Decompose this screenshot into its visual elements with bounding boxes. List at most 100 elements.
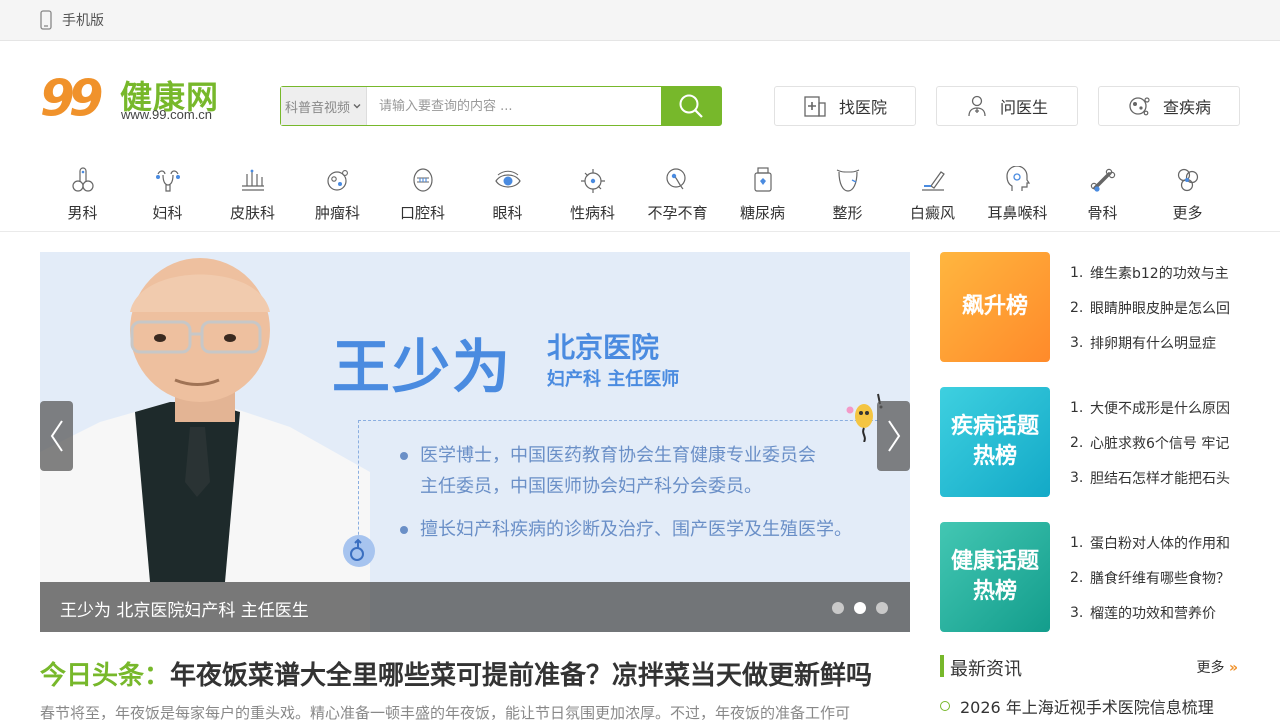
news-list-item[interactable]: 2026 年上海近视手术医院信息梳理 xyxy=(940,694,1240,718)
more-cluster-icon xyxy=(1177,168,1198,192)
category-label: 男科 xyxy=(67,204,98,222)
latest-news-header: 最新资讯 更多 » xyxy=(940,655,1240,680)
circle-bullet-icon xyxy=(940,701,950,711)
category-label: 糖尿病 xyxy=(739,204,785,222)
mobile-version-label: 手机版 xyxy=(62,13,104,29)
carousel-dot[interactable] xyxy=(876,602,888,614)
category-dermatology[interactable]: 皮肤科 xyxy=(210,166,295,226)
rank-disease-topic-box[interactable]: 疾病话题 热榜 xyxy=(940,387,1050,497)
std-virus-icon xyxy=(580,169,605,193)
find-hospital-button[interactable]: 找医院 xyxy=(774,86,916,126)
bone-icon xyxy=(1090,168,1115,192)
rank-rising-box[interactable]: 飙升榜 xyxy=(940,252,1050,362)
rank-rising-label: 飙升榜 xyxy=(961,294,1028,319)
category-label: 眼科 xyxy=(492,204,523,222)
today-headline[interactable]: 今日头条：年夜饭菜谱大全里哪些菜可提前准备？凉拌菜当天做更新鲜吗 xyxy=(40,655,910,692)
category-label: 整形 xyxy=(832,204,863,222)
banner-doctor-name: 王少为 xyxy=(332,333,513,401)
category-orthopedics[interactable]: 骨科 xyxy=(1060,166,1145,226)
category-vitiligo[interactable]: 白癜风 xyxy=(890,166,975,226)
list-item[interactable]: 2. 眼睛肿眼皮肿是怎么回 xyxy=(1070,290,1240,325)
category-label: 更多 xyxy=(1172,204,1203,222)
banner-carousel[interactable]: 王少为 北京医院 妇产科 主任医师 医学博士，中国医药教育协会生育健康专业委员会… xyxy=(40,252,910,632)
category-more[interactable]: 更多 xyxy=(1145,166,1230,226)
category-plastic-surgery[interactable]: 整形 xyxy=(805,166,890,226)
head-ent-icon xyxy=(1005,166,1030,191)
category-label: 妇科 xyxy=(152,204,183,222)
banner-prev-button[interactable] xyxy=(40,401,73,471)
rank-health-label-2: 热榜 xyxy=(972,579,1017,604)
carousel-dot[interactable] xyxy=(832,602,844,614)
category-label: 肿瘤科 xyxy=(314,204,360,222)
category-infertility[interactable]: 不孕不育 xyxy=(635,166,720,226)
category-std[interactable]: 性病科 xyxy=(550,166,635,226)
mouth-icon xyxy=(412,168,433,192)
virus-icon xyxy=(1129,97,1150,116)
search-input[interactable] xyxy=(367,87,661,125)
list-item[interactable]: 3. 榴莲的功效和营养价 xyxy=(1070,595,1240,630)
skin-pen-icon xyxy=(921,171,945,191)
category-gynecology[interactable]: 妇科 xyxy=(125,166,210,226)
chevron-right-icon xyxy=(887,420,900,452)
list-item[interactable]: 2. 膳食纤维有哪些食物？ xyxy=(1070,560,1240,595)
rank-health-list: 1. 蛋白粉对人体的作用和 2. 膳食纤维有哪些食物？ 3. 榴莲的功效和营养价 xyxy=(1070,525,1240,630)
category-label: 皮肤科 xyxy=(229,204,275,222)
banner-next-button[interactable] xyxy=(877,401,910,471)
list-item[interactable]: 1. 蛋白粉对人体的作用和 xyxy=(1070,525,1240,560)
rank-health-topic-box[interactable]: 健康话题 热榜 xyxy=(940,522,1050,632)
category-stomatology[interactable]: 口腔科 xyxy=(380,166,465,226)
eye-icon xyxy=(494,170,521,188)
category-ophthalmology[interactable]: 眼科 xyxy=(465,166,550,226)
list-item[interactable]: 2. 心脏求救6个信号 牢记 xyxy=(1070,425,1240,460)
mobile-phone-icon xyxy=(40,10,52,30)
logo-url: www.99.com.cn xyxy=(121,107,213,122)
category-label: 骨科 xyxy=(1087,204,1118,222)
ask-doctor-label: 问医生 xyxy=(999,98,1048,117)
banner-bullet-2: 擅长妇产科疾病的诊断及治疗、围产医学及生殖医学。 xyxy=(400,514,852,545)
male-symbol-badge-icon xyxy=(343,535,375,567)
double-chevron-right-icon: » xyxy=(1228,660,1238,676)
face-contour-icon xyxy=(836,169,859,192)
check-disease-label: 查疾病 xyxy=(1162,98,1211,117)
list-item[interactable]: 3. 排卵期有什么明显症 xyxy=(1070,325,1240,360)
banner-bullet-1: 医学博士，中国医药教育协会生育健康专业委员会 主任委员，中国医师协会妇产科分会委… xyxy=(400,440,816,502)
search-bar: 科普音视频 xyxy=(280,86,722,126)
male-organ-icon xyxy=(71,167,94,192)
rank-health-label-1: 健康话题 xyxy=(950,549,1039,574)
list-item[interactable]: 1. 维生素b12的功效与主 xyxy=(1070,255,1240,290)
category-oncology[interactable]: 肿瘤科 xyxy=(295,166,380,226)
headline-title: 年夜饭菜谱大全里哪些菜可提前准备？凉拌菜当天做更新鲜吗 xyxy=(170,661,873,691)
check-disease-button[interactable]: 查疾病 xyxy=(1098,86,1240,126)
chevron-left-icon xyxy=(50,420,63,452)
carousel-dot[interactable] xyxy=(854,602,866,614)
latest-news-title: 最新资讯 xyxy=(950,659,1022,680)
category-label: 不孕不育 xyxy=(647,204,708,222)
list-item[interactable]: 3. 胆结石怎样才能把石头 xyxy=(1070,460,1240,495)
hospital-icon xyxy=(804,96,826,117)
ask-doctor-button[interactable]: 问医生 xyxy=(936,86,1078,126)
search-button[interactable] xyxy=(661,87,721,125)
top-bar: 手机版 xyxy=(0,0,1280,41)
search-icon xyxy=(679,94,703,118)
insulin-bottle-icon xyxy=(753,167,772,192)
rank-disease-label-1: 疾病话题 xyxy=(950,414,1039,439)
list-item[interactable]: 1. 大便不成形是什么原因 xyxy=(1070,390,1240,425)
skin-hair-icon xyxy=(241,169,264,191)
category-label: 白癜风 xyxy=(909,204,955,222)
latest-news-more-link[interactable]: 更多 » xyxy=(1197,657,1239,677)
category-andrology[interactable]: 男科 xyxy=(40,166,125,226)
banner-hospital: 北京医院 xyxy=(547,331,660,364)
banner-department-title: 妇产科 主任医师 xyxy=(547,369,680,390)
category-diabetes[interactable]: 糖尿病 xyxy=(720,166,805,226)
uterus-icon xyxy=(155,170,180,192)
headline-tag: 今日头条： xyxy=(40,661,171,691)
rank-disease-list: 1. 大便不成形是什么原因 2. 心脏求救6个信号 牢记 3. 胆结石怎样才能把石头 xyxy=(1070,390,1240,495)
doctor-portrait xyxy=(40,258,370,632)
category-nav: 男科 妇科 皮肤科 肿瘤科 口腔科 眼科 性病科 不孕不育 糖尿病 整形 白癜风 xyxy=(40,166,1240,226)
category-ent[interactable]: 耳鼻喉科 xyxy=(975,166,1060,226)
search-type-select[interactable]: 科普音视频 xyxy=(281,87,367,125)
site-logo[interactable]: 99 健康网 www.99.com.cn xyxy=(40,70,240,136)
doctor-icon xyxy=(968,95,986,117)
mobile-version-link[interactable]: 手机版 xyxy=(40,9,104,31)
header-divider xyxy=(0,231,1280,232)
